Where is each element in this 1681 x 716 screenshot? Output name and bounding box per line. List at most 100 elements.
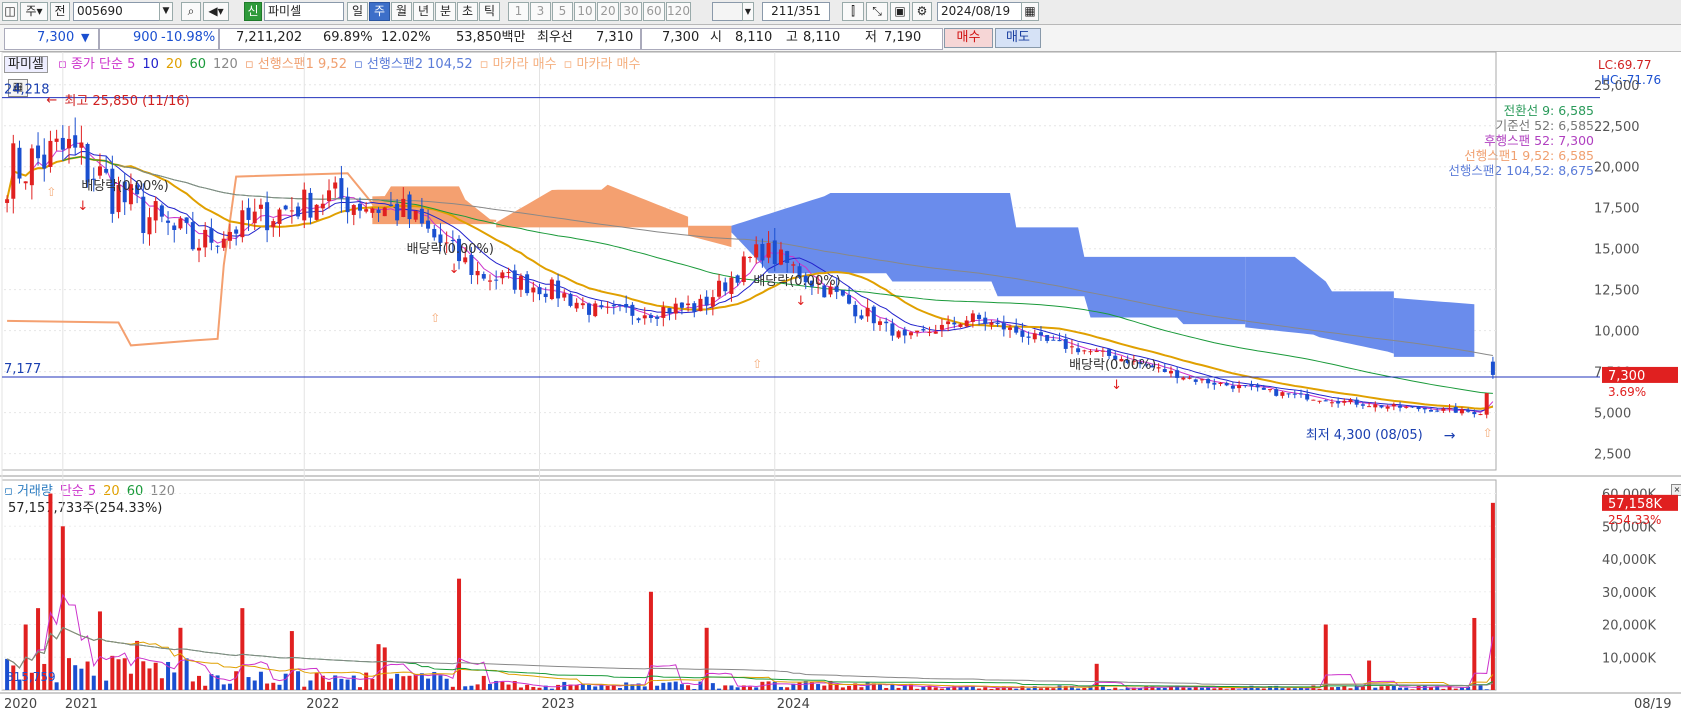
volume-bar bbox=[717, 688, 722, 690]
minute-button-10[interactable]: 10 bbox=[574, 2, 596, 21]
minute-button-5[interactable]: 5 bbox=[552, 2, 573, 21]
volume-legend-item[interactable]: 60 bbox=[127, 484, 144, 499]
prev-button[interactable]: 전 bbox=[50, 2, 70, 21]
volume-legend-item[interactable]: 120 bbox=[150, 484, 175, 499]
candle-body bbox=[283, 205, 288, 210]
candle-body bbox=[1206, 378, 1211, 384]
candle-body bbox=[884, 321, 889, 324]
volume-bar bbox=[686, 685, 691, 690]
candle-body bbox=[314, 204, 319, 220]
candle-body bbox=[1175, 370, 1180, 378]
volume-bar bbox=[382, 647, 387, 690]
price-legend-item[interactable]: ▫ 선행스팬2 104,52 bbox=[354, 57, 473, 72]
candle-body bbox=[958, 324, 963, 327]
chevron-down-icon[interactable]: ▼ bbox=[742, 2, 754, 21]
candle-body bbox=[1447, 408, 1452, 410]
candle-body bbox=[1484, 393, 1489, 415]
minute-button-20[interactable]: 20 bbox=[597, 2, 619, 21]
stock-code-input[interactable]: 005690 bbox=[73, 2, 169, 21]
price-legend-item[interactable]: 60 bbox=[189, 57, 206, 72]
volume-legend-item[interactable]: 단순 5 bbox=[60, 484, 96, 499]
volume-bar bbox=[624, 682, 629, 690]
volume-bar bbox=[1274, 685, 1279, 690]
candle-body bbox=[166, 220, 171, 223]
volume-bar bbox=[803, 680, 808, 690]
save-icon[interactable]: ▣ bbox=[890, 2, 910, 21]
volume-bar bbox=[289, 631, 294, 690]
minute-button-30[interactable]: 30 bbox=[620, 2, 642, 21]
ichimoku-value: 선행스팬2 104,52: 8,675 bbox=[1448, 163, 1594, 178]
candle-body bbox=[91, 178, 96, 180]
volume-ma-line-5 bbox=[6, 593, 1494, 689]
candle-body bbox=[760, 243, 765, 261]
volume-bar bbox=[1020, 685, 1025, 690]
bear-cloud bbox=[731, 192, 1246, 325]
period-select[interactable]: 주▾ bbox=[20, 2, 48, 21]
chevron-down-icon[interactable]: ▼ bbox=[159, 2, 173, 21]
candle-type-icon[interactable]: ⫿ bbox=[842, 2, 864, 21]
minute-button-3[interactable]: 3 bbox=[530, 2, 551, 21]
price-legend-item[interactable]: ▫ 마카라 매수 bbox=[480, 57, 557, 72]
candle-body bbox=[1416, 406, 1421, 410]
candle-body bbox=[481, 274, 486, 279]
volume-legend-item[interactable]: 20 bbox=[103, 484, 120, 499]
candle-body bbox=[518, 276, 523, 290]
volume-bar bbox=[710, 683, 715, 690]
line-tool-icon[interactable]: ⤡ bbox=[866, 2, 888, 21]
candle-body bbox=[946, 321, 951, 325]
candle-body bbox=[853, 304, 858, 317]
volume-bar bbox=[878, 683, 883, 690]
tab-분[interactable]: 분 bbox=[435, 2, 456, 21]
candle-body bbox=[537, 287, 542, 295]
stock-label-box[interactable]: 파미셀 bbox=[4, 56, 48, 73]
low-label: 저 bbox=[865, 30, 877, 45]
volume-bar bbox=[395, 673, 400, 690]
candle-body bbox=[698, 298, 703, 312]
calendar-icon[interactable]: ▦ bbox=[1021, 2, 1039, 21]
volume-bar bbox=[54, 682, 59, 690]
volume-bar bbox=[890, 684, 895, 690]
candle-body bbox=[1076, 348, 1081, 353]
minute-button-120[interactable]: 120 bbox=[666, 2, 691, 21]
sell-button[interactable]: 매도 bbox=[995, 28, 1041, 48]
volume-bar bbox=[723, 685, 728, 690]
minute-button-1[interactable]: 1 bbox=[508, 2, 529, 21]
search-icon[interactable]: ⌕ bbox=[181, 2, 201, 21]
stock-name-field[interactable]: 파미셀 bbox=[264, 2, 344, 21]
candle-body bbox=[593, 303, 598, 317]
volume-bar bbox=[673, 681, 678, 690]
price-legend-item[interactable]: ▫ 마카라 매수 bbox=[564, 57, 641, 72]
tab-일[interactable]: 일 bbox=[347, 2, 368, 21]
tab-초[interactable]: 초 bbox=[457, 2, 478, 21]
candle-body bbox=[296, 206, 301, 217]
calculator-icon[interactable]: ▦ bbox=[8, 79, 28, 97]
price-legend-item[interactable]: 20 bbox=[166, 57, 183, 72]
candle-body bbox=[1348, 399, 1353, 403]
speaker-icon[interactable]: ◀▾ bbox=[203, 2, 229, 21]
minute-button-60[interactable]: 60 bbox=[643, 2, 665, 21]
tab-월[interactable]: 월 bbox=[391, 2, 412, 21]
close-icon[interactable]: × bbox=[1671, 484, 1681, 496]
candle-body bbox=[1150, 365, 1155, 368]
candle-body bbox=[1323, 400, 1328, 402]
price-legend-item[interactable]: 10 bbox=[142, 57, 159, 72]
tab-틱[interactable]: 틱 bbox=[479, 2, 500, 21]
date-field[interactable]: 2024/08/19 bbox=[937, 2, 1027, 21]
volume-bar bbox=[1280, 688, 1285, 690]
volume-bar bbox=[543, 685, 548, 690]
volume-bar bbox=[1329, 687, 1334, 690]
layout-icon[interactable]: ◫ bbox=[2, 2, 18, 21]
high-label: 고 bbox=[786, 30, 798, 45]
price-legend-item[interactable]: ▫ 종가 단순 5 bbox=[58, 57, 135, 72]
price-volume-chart[interactable]: 24,2187,177 815,759 25,00022,50020,00017… bbox=[0, 0, 1681, 716]
price-legend-item[interactable]: ▫ 선행스팬1 9,52 bbox=[245, 57, 347, 72]
buy-button[interactable]: 매수 bbox=[944, 28, 993, 48]
volume-legend-item[interactable]: ▫ 거래량 bbox=[4, 484, 53, 499]
candle-body bbox=[240, 210, 245, 238]
tab-주[interactable]: 주 bbox=[369, 2, 390, 21]
price-legend-item[interactable]: 120 bbox=[213, 57, 238, 72]
volume-bar bbox=[1193, 686, 1198, 690]
tab-년[interactable]: 년 bbox=[413, 2, 434, 21]
volume-bar bbox=[766, 681, 771, 690]
gear-icon[interactable]: ⚙ bbox=[912, 2, 932, 21]
